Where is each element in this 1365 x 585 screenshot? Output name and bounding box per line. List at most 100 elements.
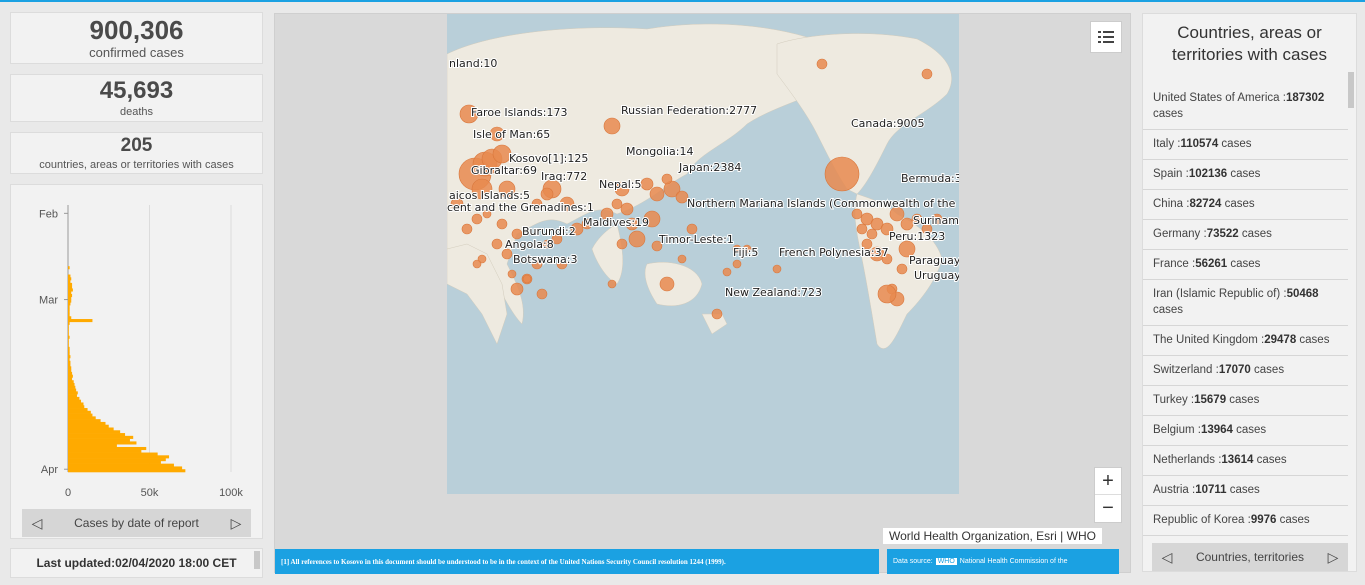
country-name: Turkey : (1153, 394, 1195, 406)
map-country-label: Faroe Islands:173 (471, 106, 568, 119)
data-source-who-link[interactable]: WHO (935, 558, 957, 565)
chart-bar (68, 377, 73, 381)
country-list-item[interactable]: The United Kingdom :29478 cases (1143, 326, 1348, 356)
countries-list[interactable]: United States of America :187302 cases It… (1143, 84, 1348, 546)
case-bubble[interactable] (472, 259, 482, 269)
country-case-count: 13964 (1200, 424, 1233, 436)
case-bubble[interactable] (772, 264, 782, 274)
case-bubble[interactable] (900, 217, 914, 231)
chart-bar (68, 285, 73, 289)
map-country-label: Gibraltar:69 (471, 164, 537, 177)
case-bubble[interactable] (620, 202, 634, 216)
case-bubble[interactable] (510, 282, 524, 296)
map-country-label: Russian Federation:2777 (621, 104, 757, 117)
map-country-label: Botswana:3 (513, 253, 577, 266)
chart-bar (68, 280, 71, 284)
case-bubble[interactable] (856, 223, 868, 235)
case-bubble[interactable] (816, 58, 828, 70)
country-list-item[interactable]: Spain :102136 cases (1143, 160, 1348, 190)
case-bubble[interactable] (732, 259, 742, 269)
country-list-item[interactable]: United States of America :187302 cases (1143, 84, 1348, 130)
country-case-count: 13614 (1221, 454, 1254, 466)
country-list-item[interactable]: China :82724 cases (1143, 190, 1348, 220)
chart-bar (68, 430, 121, 434)
case-bubble[interactable] (628, 230, 646, 248)
case-bubble[interactable] (661, 173, 673, 185)
country-name: China : (1153, 198, 1190, 210)
country-list-item[interactable]: Italy :110574 cases (1143, 130, 1348, 160)
case-bubble[interactable] (722, 267, 732, 277)
country-case-count: 10711 (1195, 484, 1227, 496)
countries-next-button[interactable]: ▷ (1326, 549, 1340, 566)
country-list-item[interactable]: Austria :10711 cases (1143, 476, 1348, 506)
case-bubble[interactable] (616, 238, 628, 250)
case-bubble[interactable] (540, 187, 554, 201)
country-case-count: 56261 (1195, 258, 1228, 270)
case-bubble[interactable] (824, 156, 860, 192)
case-bubble[interactable] (611, 198, 623, 210)
country-name: The United Kingdom : (1153, 334, 1265, 346)
case-bubble[interactable] (461, 223, 473, 235)
chart-bar (68, 396, 80, 400)
deaths-label: deaths (119, 106, 154, 118)
case-bubble[interactable] (866, 228, 878, 240)
map-panel: nland:10 Faroe Islands:173 Isle of Man:65 R… (274, 13, 1131, 574)
country-name: Germany : (1153, 228, 1207, 240)
country-list-item[interactable]: Iran (Islamic Republic of) :50468 cases (1143, 280, 1348, 326)
chart-bar (68, 438, 130, 442)
country-list-item[interactable]: Turkey :15679 cases (1143, 386, 1348, 416)
chart-bar (68, 313, 70, 317)
chart-next-button[interactable]: ▷ (229, 515, 243, 532)
country-name: Belgium : (1153, 424, 1201, 436)
chart-prev-button[interactable]: ◁ (30, 515, 44, 532)
chart-bar (68, 324, 69, 328)
case-bubble[interactable] (877, 284, 897, 304)
country-list-item[interactable]: Republic of Korea :9976 cases (1143, 506, 1348, 536)
case-bubble[interactable] (522, 274, 532, 284)
case-bubble[interactable] (607, 279, 617, 289)
case-bubble[interactable] (896, 263, 908, 275)
chart-bar (68, 427, 114, 431)
country-case-count: 29478 (1264, 334, 1297, 346)
world-map[interactable]: nland:10 Faroe Islands:173 Isle of Man:65 R… (447, 14, 959, 494)
country-cases-suffix: cases (1232, 424, 1267, 436)
zoom-out-button[interactable]: − (1095, 495, 1121, 522)
case-bubble[interactable] (640, 177, 654, 191)
country-list-item[interactable]: Netherlands :13614 cases (1143, 446, 1348, 476)
countries-prev-button[interactable]: ◁ (1160, 549, 1174, 566)
case-bubble[interactable] (507, 269, 517, 279)
case-bubble[interactable] (677, 254, 687, 264)
case-bubble[interactable] (491, 238, 503, 250)
case-bubble[interactable] (659, 276, 675, 292)
case-bubble[interactable] (603, 117, 621, 135)
country-cases-suffix: cases (1226, 484, 1260, 496)
zoom-in-button[interactable]: + (1095, 468, 1121, 495)
case-bubble[interactable] (649, 186, 665, 202)
country-list-item[interactable]: Switzerland :17070 cases (1143, 356, 1348, 386)
chart-bar (68, 294, 73, 298)
map-country-label: nland:10 (449, 57, 497, 70)
countries-list-title: Countries, areas or territories with cas… (1172, 23, 1327, 64)
country-cases-suffix: cases (1250, 364, 1285, 376)
chart-y-tick-label: Feb (39, 208, 58, 220)
map-country-label: Isle of Man:65 (473, 128, 550, 141)
case-bubble[interactable] (536, 288, 548, 300)
legend-button[interactable] (1090, 21, 1122, 53)
chart-bar (68, 288, 73, 292)
countries-list-scrollbar[interactable] (1348, 72, 1354, 108)
country-list-item[interactable]: France :56261 cases (1143, 250, 1348, 280)
case-bubble[interactable] (711, 308, 723, 320)
chart-bar (68, 410, 91, 414)
case-bubble[interactable] (921, 68, 933, 80)
map-country-label: Peru:1323 (889, 230, 945, 243)
country-list-item[interactable]: Belgium :13964 cases (1143, 416, 1348, 446)
case-bubble[interactable] (851, 208, 863, 220)
case-bubble[interactable] (496, 218, 508, 230)
world-map-canvas[interactable]: nland:10 Faroe Islands:173 Isle of Man:65 R… (447, 14, 959, 494)
country-case-count: 110574 (1180, 138, 1219, 150)
case-bubble[interactable] (471, 213, 483, 225)
last-updated-scrollbar[interactable] (254, 551, 260, 569)
chart-bar (68, 424, 109, 428)
country-list-item[interactable]: Germany :73522 cases (1143, 220, 1348, 250)
chart-bar (68, 435, 134, 439)
